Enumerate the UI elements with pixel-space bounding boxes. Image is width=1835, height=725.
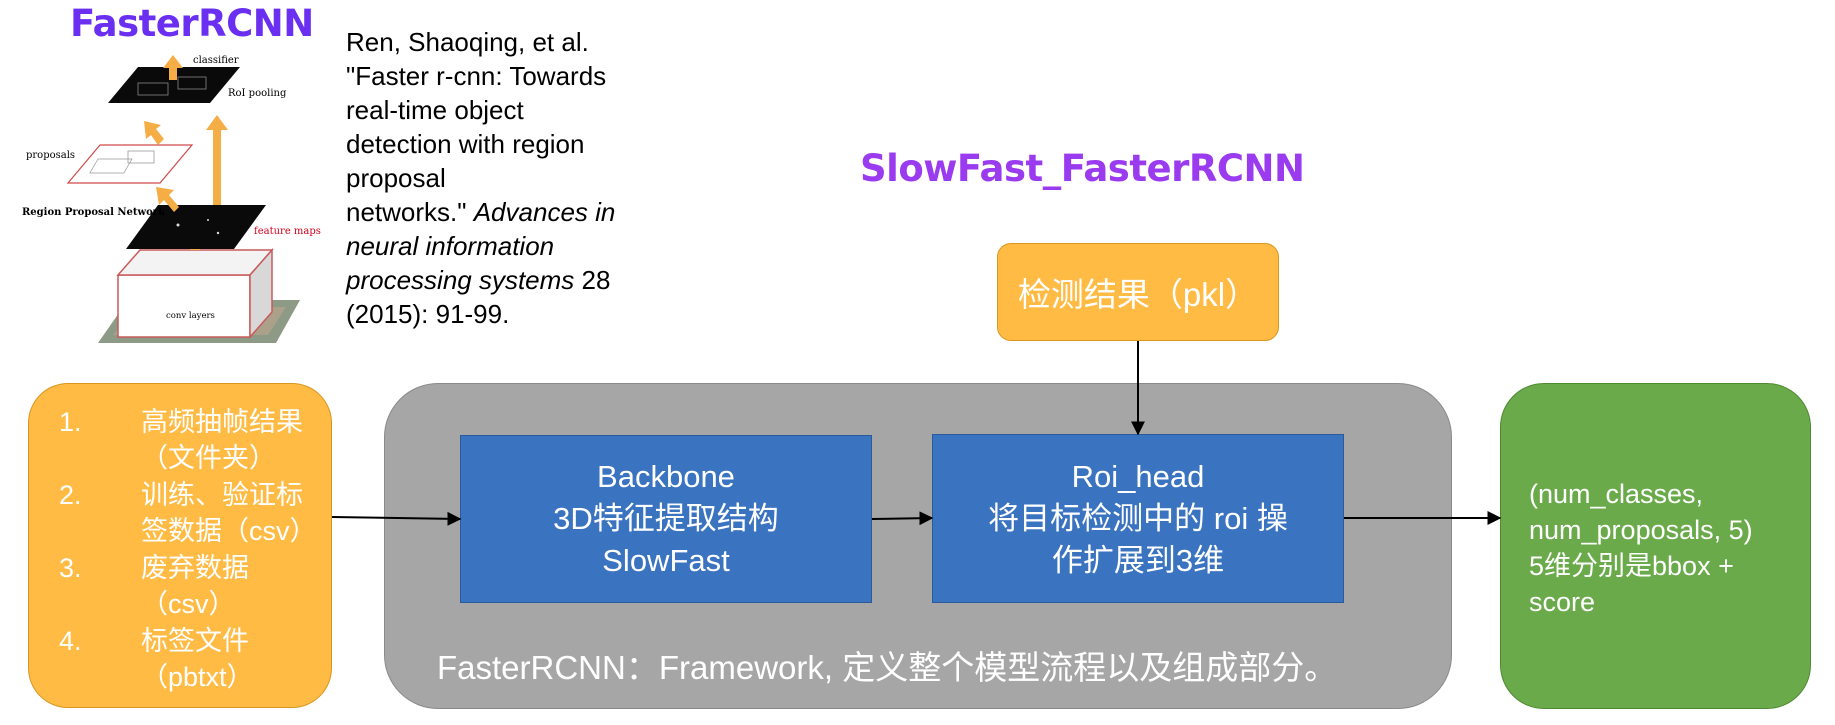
output-line: num_proposals, 5) bbox=[1529, 515, 1753, 545]
image-label: image bbox=[178, 344, 206, 354]
roi-head-title: Roi_head bbox=[1071, 458, 1205, 494]
citation-line: neural information bbox=[346, 231, 555, 261]
citation-line: processing systems 28 bbox=[346, 265, 611, 295]
output-box: (num_classes, num_proposals, 5) 5维分别是bbo… bbox=[1500, 383, 1811, 709]
citation-line: detection with region bbox=[346, 129, 585, 159]
conv-layers-label: conv layers bbox=[166, 311, 215, 321]
citation-line: networks." Advances in bbox=[346, 197, 616, 227]
backbone-model: SlowFast bbox=[602, 543, 730, 578]
output-line: 5维分别是bbox + bbox=[1529, 551, 1734, 581]
backbone-box: Backbone 3D特征提取结构 SlowFast bbox=[460, 435, 872, 603]
detection-result-label: 检测结果（pkl） bbox=[1017, 276, 1259, 313]
figure-title: FasterRCNN bbox=[70, 2, 314, 45]
roi-head-box: Roi_head 将目标检测中的 roi 操 作扩展到3维 bbox=[932, 434, 1344, 603]
citation: Ren, Shaoqing, et al. "Faster r-cnn: Tow… bbox=[346, 25, 666, 331]
detection-result-box: 检测结果（pkl） bbox=[997, 243, 1279, 341]
citation-line: (2015): 91-99. bbox=[346, 299, 510, 329]
output-line: score bbox=[1529, 587, 1596, 617]
roi-pooling-label: RoI pooling bbox=[228, 88, 287, 99]
output-line: (num_classes, bbox=[1529, 479, 1704, 509]
inputs-box: 1. 高频抽帧结果 （文件夹） 2. 训练、验证标 签数据（csv） 3. 废弃数据… bbox=[28, 383, 332, 708]
backbone-desc: 3D特征提取结构 bbox=[553, 501, 779, 536]
framework-caption: FasterRCNN：Framework, 定义整个模型流程以及组成部分。 bbox=[437, 649, 1338, 686]
citation-line: Ren, Shaoqing, et al. bbox=[346, 27, 589, 57]
rpn-label: Region Proposal Network bbox=[22, 207, 166, 218]
backbone-title: Backbone bbox=[597, 459, 735, 494]
feature-maps-label: feature maps bbox=[254, 226, 321, 237]
diagram-title: SlowFast_FasterRCNN bbox=[860, 147, 1305, 190]
citation-line: proposal bbox=[346, 163, 446, 193]
roi-head-desc-2: 作扩展到3维 bbox=[1051, 542, 1225, 578]
faster-rcnn-illustration: image conv layers feature maps Region Pr… bbox=[22, 55, 321, 354]
classifier-label: classifier bbox=[193, 55, 239, 66]
citation-line: "Faster r-cnn: Towards bbox=[346, 61, 607, 91]
roi-head-desc: 将目标检测中的 roi 操 bbox=[988, 500, 1288, 536]
citation-line: real-time object bbox=[346, 95, 524, 125]
proposals-label: proposals bbox=[26, 150, 75, 161]
